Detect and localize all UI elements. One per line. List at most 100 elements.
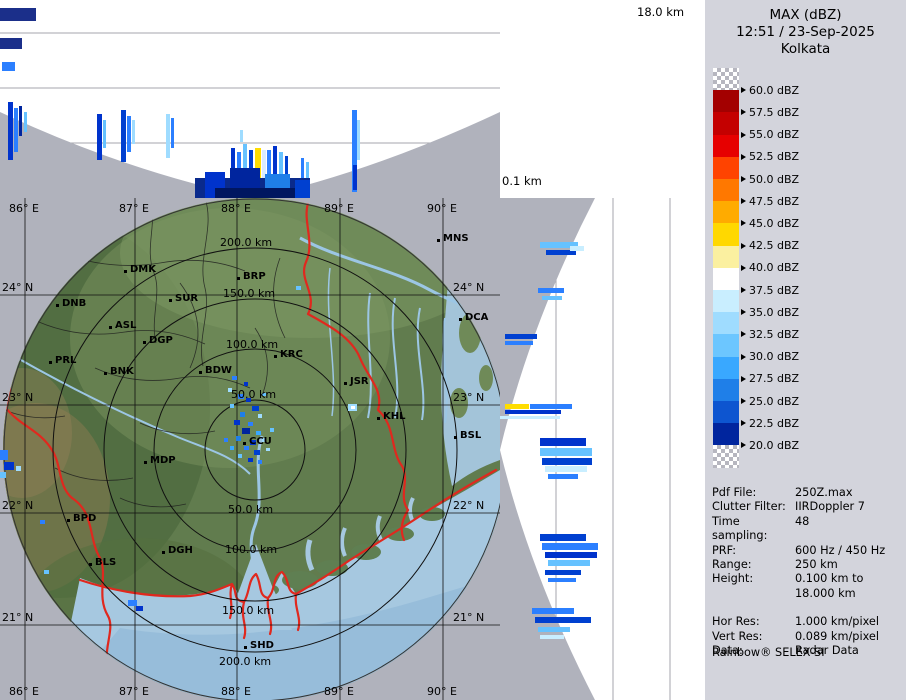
echo-blob — [236, 436, 241, 441]
city-label: BDW — [205, 365, 232, 376]
scale-label-text: 47.5 dBZ — [749, 194, 800, 208]
info-value: 18.000 km — [795, 586, 856, 600]
echo-bar — [500, 416, 560, 419]
city-dot — [89, 563, 92, 566]
latitude-label-right: 21° N — [453, 611, 485, 624]
echo-blob — [248, 422, 253, 426]
scale-color-box — [713, 334, 739, 358]
city-dot — [377, 417, 380, 420]
echo-blob — [258, 414, 262, 418]
scale-color-box — [713, 445, 739, 469]
range-ring-label: 200.0 km — [220, 236, 273, 249]
scale-color-box — [713, 156, 739, 180]
echo-bar — [570, 246, 584, 251]
scale-label-text: 27.5 dBZ — [749, 372, 800, 386]
scale-tick-arrow — [741, 375, 746, 382]
latitude-label-left: 24° N — [2, 281, 34, 294]
info-label: Hor Res: — [712, 615, 760, 629]
echo-blob — [230, 404, 234, 408]
echo-bar — [540, 635, 564, 639]
range-ring-label: 100.0 km — [226, 338, 279, 351]
scale-color-box — [713, 90, 739, 113]
latitude-label-right: 22° N — [453, 499, 485, 512]
echo-bar — [538, 288, 564, 293]
software-brand: Rainbow® SELEX-SI — [712, 646, 825, 659]
city-dot — [454, 436, 457, 439]
city-label: DCA — [465, 312, 489, 323]
scale-color-box — [713, 378, 739, 402]
city-label: DGH — [168, 545, 193, 556]
scale-label-text: 45.0 dBZ — [749, 216, 800, 230]
city-dot — [143, 341, 146, 344]
scale-tick-arrow — [741, 420, 746, 427]
scale-color-box — [713, 267, 739, 291]
echo-bar — [357, 120, 360, 160]
radar-display-app: 18.0 km 0.1 km 86° E 86° E 87° E 87° E 8… — [0, 0, 906, 700]
info-label: Range: — [712, 558, 752, 572]
echo-bar — [545, 552, 597, 558]
scale-label: 57.5 dBZ — [741, 105, 799, 119]
scale-label: 30.0 dBZ — [741, 350, 799, 364]
latitude-label-left: 23° N — [2, 391, 34, 404]
height-axis-min-label: 0.1 km — [502, 174, 542, 188]
echo-blob — [296, 286, 301, 290]
echo-bar — [127, 116, 131, 152]
info-label: Time sampling: — [712, 514, 768, 543]
right-panel-echoes — [500, 198, 705, 700]
echo-bar — [171, 118, 174, 148]
city-label: BLS — [95, 557, 117, 568]
echo-bar — [505, 341, 533, 345]
scale-label: 27.5 dBZ — [741, 372, 799, 386]
scale-label: 55.0 dBZ — [741, 128, 799, 142]
city-dot — [162, 551, 165, 554]
city-dot — [243, 442, 246, 445]
echo-blob — [40, 520, 45, 524]
city-label: SUR — [175, 293, 199, 304]
echo-bar — [24, 112, 27, 132]
echo-blob — [266, 448, 270, 451]
echo-blob — [248, 458, 253, 462]
scale-tick-arrow — [741, 309, 746, 316]
scale-label: 50.0 dBZ — [741, 172, 799, 186]
echo-blob — [234, 420, 240, 425]
scale-label-text: 40.0 dBZ — [749, 261, 800, 275]
echo-blob — [242, 428, 250, 434]
scale-tick-arrow — [741, 442, 746, 449]
city-dot — [437, 239, 440, 242]
range-ring-label: 50.0 km — [231, 388, 277, 401]
echo-blob — [44, 570, 49, 574]
scale-label: 45.0 dBZ — [741, 216, 799, 230]
scale-label-text: 22.5 dBZ — [749, 416, 800, 430]
city-dot — [67, 519, 70, 522]
echo-bar — [542, 458, 592, 465]
info-label: Clutter Filter: — [712, 500, 786, 514]
info-label: Height: — [712, 572, 754, 586]
latitude-label-right: 23° N — [453, 391, 485, 404]
info-value: IIRDoppler 7 — [795, 500, 865, 514]
echo-bar — [121, 110, 126, 162]
echo-blob — [224, 438, 228, 442]
city-label: BNK — [110, 366, 134, 377]
city-dot — [124, 270, 127, 273]
city-dot — [104, 372, 107, 375]
echo-bar — [548, 560, 590, 566]
info-value: 0.089 km/pixel — [795, 629, 880, 643]
echo-blob — [270, 428, 274, 432]
info-row: Range: 250 km — [712, 558, 902, 572]
echo-bar — [532, 608, 574, 614]
echo-blob — [136, 606, 143, 611]
scale-label: 22.5 dBZ — [741, 416, 799, 430]
scale-label: 20.0 dBZ — [741, 438, 799, 452]
scale-tick-arrow — [741, 131, 746, 138]
scale-label: 60.0 dBZ — [741, 83, 799, 97]
echo-blob — [240, 412, 245, 417]
scale-label-text: 57.5 dBZ — [749, 105, 800, 119]
city-dot — [56, 304, 59, 307]
echo-blob — [244, 382, 248, 386]
scale-tick-arrow — [741, 176, 746, 182]
echo-bar — [353, 165, 357, 190]
scale-label: 32.5 dBZ — [741, 327, 799, 341]
echo-bar — [548, 578, 576, 582]
scale-label-text: 30.0 dBZ — [749, 350, 800, 364]
